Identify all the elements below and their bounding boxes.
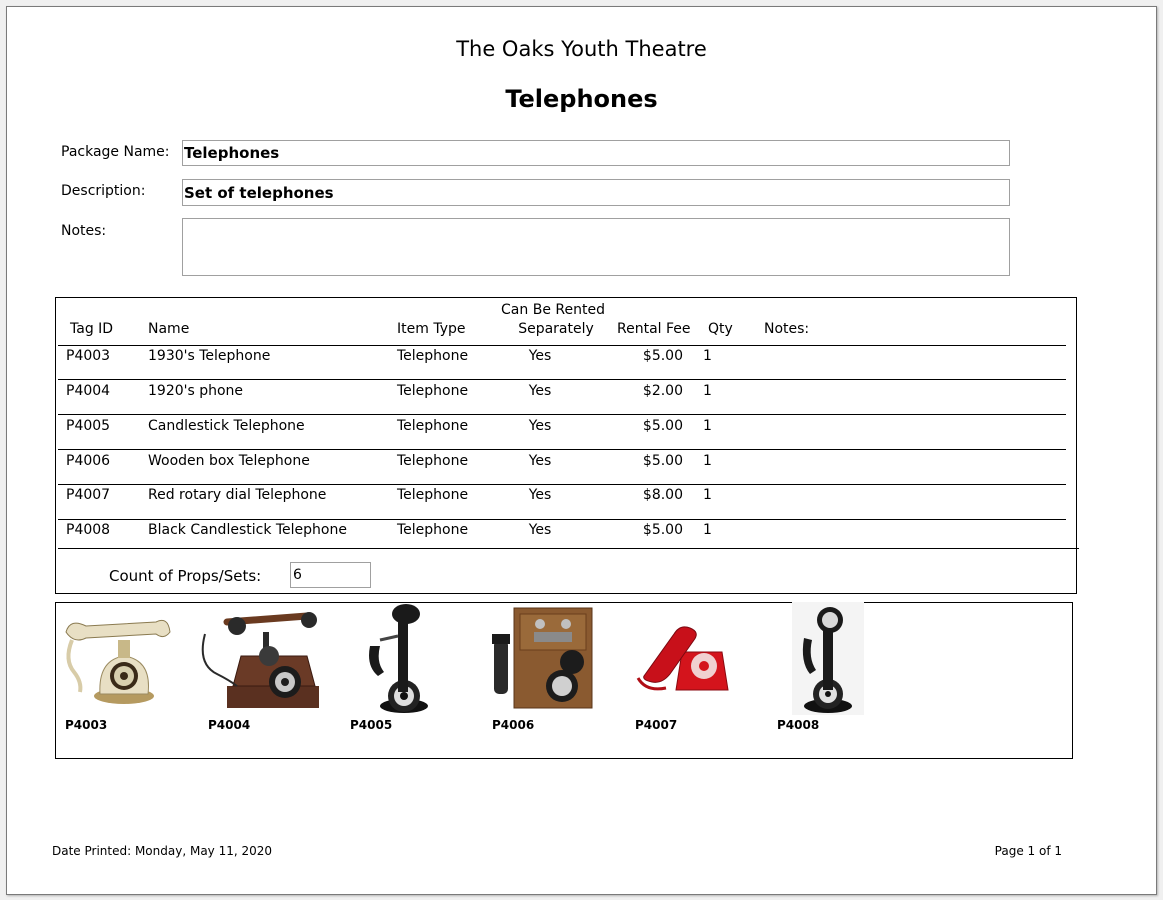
row-divider bbox=[58, 414, 1066, 415]
cell-type: Telephone bbox=[397, 487, 469, 503]
wooden-box-telephone-icon bbox=[490, 604, 596, 714]
header-can-be-rented: Can Be Rented bbox=[501, 302, 605, 318]
count-label: Count of Props/Sets: bbox=[109, 567, 262, 585]
cell-qty: 1 bbox=[703, 453, 712, 469]
notes-label: Notes: bbox=[61, 223, 107, 239]
count-value: 6 bbox=[293, 567, 302, 583]
cell-separate: Yes bbox=[528, 453, 552, 469]
cell-qty: 1 bbox=[703, 522, 712, 538]
cell-name: Black Candlestick Telephone bbox=[148, 522, 347, 538]
header-name: Name bbox=[148, 321, 190, 337]
row-divider bbox=[58, 345, 1066, 346]
row-divider bbox=[58, 379, 1066, 380]
cell-fee: $2.00 bbox=[642, 383, 683, 399]
image-caption: P4004 bbox=[208, 718, 251, 732]
header-tag-id: Tag ID bbox=[70, 321, 114, 337]
image-caption: P4006 bbox=[492, 718, 535, 732]
cell-tag: P4006 bbox=[66, 453, 111, 469]
table-bottom-rule bbox=[58, 548, 1079, 549]
cell-separate: Yes bbox=[528, 418, 552, 434]
header-notes: Notes: bbox=[764, 321, 810, 337]
cell-tag: P4004 bbox=[66, 383, 111, 399]
cell-qty: 1 bbox=[703, 487, 712, 503]
items-table bbox=[55, 297, 1077, 594]
cell-separate: Yes bbox=[528, 487, 552, 503]
cell-name: Wooden box Telephone bbox=[148, 453, 310, 469]
package-name-field: Telephones bbox=[182, 140, 1010, 166]
image-caption: P4007 bbox=[635, 718, 678, 732]
french-telephone-icon bbox=[60, 610, 172, 706]
description-value: Set of telephones bbox=[184, 184, 334, 202]
cell-fee: $8.00 bbox=[642, 487, 683, 503]
black-candlestick-telephone-icon bbox=[792, 602, 864, 715]
cell-type: Telephone bbox=[397, 348, 469, 364]
cell-type: Telephone bbox=[397, 453, 469, 469]
header-rental-fee: Rental Fee bbox=[617, 321, 691, 337]
cell-separate: Yes bbox=[528, 383, 552, 399]
row-divider bbox=[58, 449, 1066, 450]
header-qty: Qty bbox=[708, 321, 733, 337]
page-number: Page 1 of 1 bbox=[994, 844, 1062, 858]
notes-value bbox=[183, 219, 1009, 222]
description-label: Description: bbox=[61, 183, 146, 199]
cell-tag: P4005 bbox=[66, 418, 111, 434]
cell-separate: Yes bbox=[528, 522, 552, 538]
image-caption: P4008 bbox=[777, 718, 820, 732]
cell-type: Telephone bbox=[397, 522, 469, 538]
image-caption: P4003 bbox=[65, 718, 108, 732]
cell-tag: P4007 bbox=[66, 487, 111, 503]
count-field: 6 bbox=[290, 562, 371, 588]
cell-tag: P4003 bbox=[66, 348, 111, 364]
cell-name: 1920's phone bbox=[148, 383, 244, 399]
row-divider bbox=[58, 484, 1066, 485]
cell-type: Telephone bbox=[397, 418, 469, 434]
cell-qty: 1 bbox=[703, 383, 712, 399]
candlestick-telephone-icon bbox=[362, 602, 432, 714]
cell-qty: 1 bbox=[703, 418, 712, 434]
organization-name: The Oaks Youth Theatre bbox=[456, 37, 707, 61]
cell-type: Telephone bbox=[397, 383, 469, 399]
date-printed: Date Printed: Monday, May 11, 2020 bbox=[52, 844, 273, 858]
cell-fee: $5.00 bbox=[642, 522, 683, 538]
cell-tag: P4008 bbox=[66, 522, 111, 538]
cell-name: Red rotary dial Telephone bbox=[148, 487, 327, 503]
cell-name: 1930's Telephone bbox=[148, 348, 271, 364]
cell-fee: $5.00 bbox=[642, 453, 683, 469]
red-rotary-telephone-icon bbox=[636, 618, 730, 696]
cell-separate: Yes bbox=[528, 348, 552, 364]
antique-telephone-icon bbox=[197, 604, 321, 712]
row-divider bbox=[58, 519, 1066, 520]
cell-qty: 1 bbox=[703, 348, 712, 364]
description-field: Set of telephones bbox=[182, 179, 1010, 206]
cell-name: Candlestick Telephone bbox=[148, 418, 305, 434]
cell-fee: $5.00 bbox=[642, 348, 683, 364]
header-separately: Separately bbox=[518, 321, 594, 337]
notes-field bbox=[182, 218, 1010, 276]
report-title: Telephones bbox=[505, 85, 658, 113]
package-name-value: Telephones bbox=[184, 144, 280, 162]
image-caption: P4005 bbox=[350, 718, 393, 732]
cell-fee: $5.00 bbox=[642, 418, 683, 434]
header-item-type: Item Type bbox=[397, 321, 466, 337]
package-name-label: Package Name: bbox=[61, 144, 170, 160]
